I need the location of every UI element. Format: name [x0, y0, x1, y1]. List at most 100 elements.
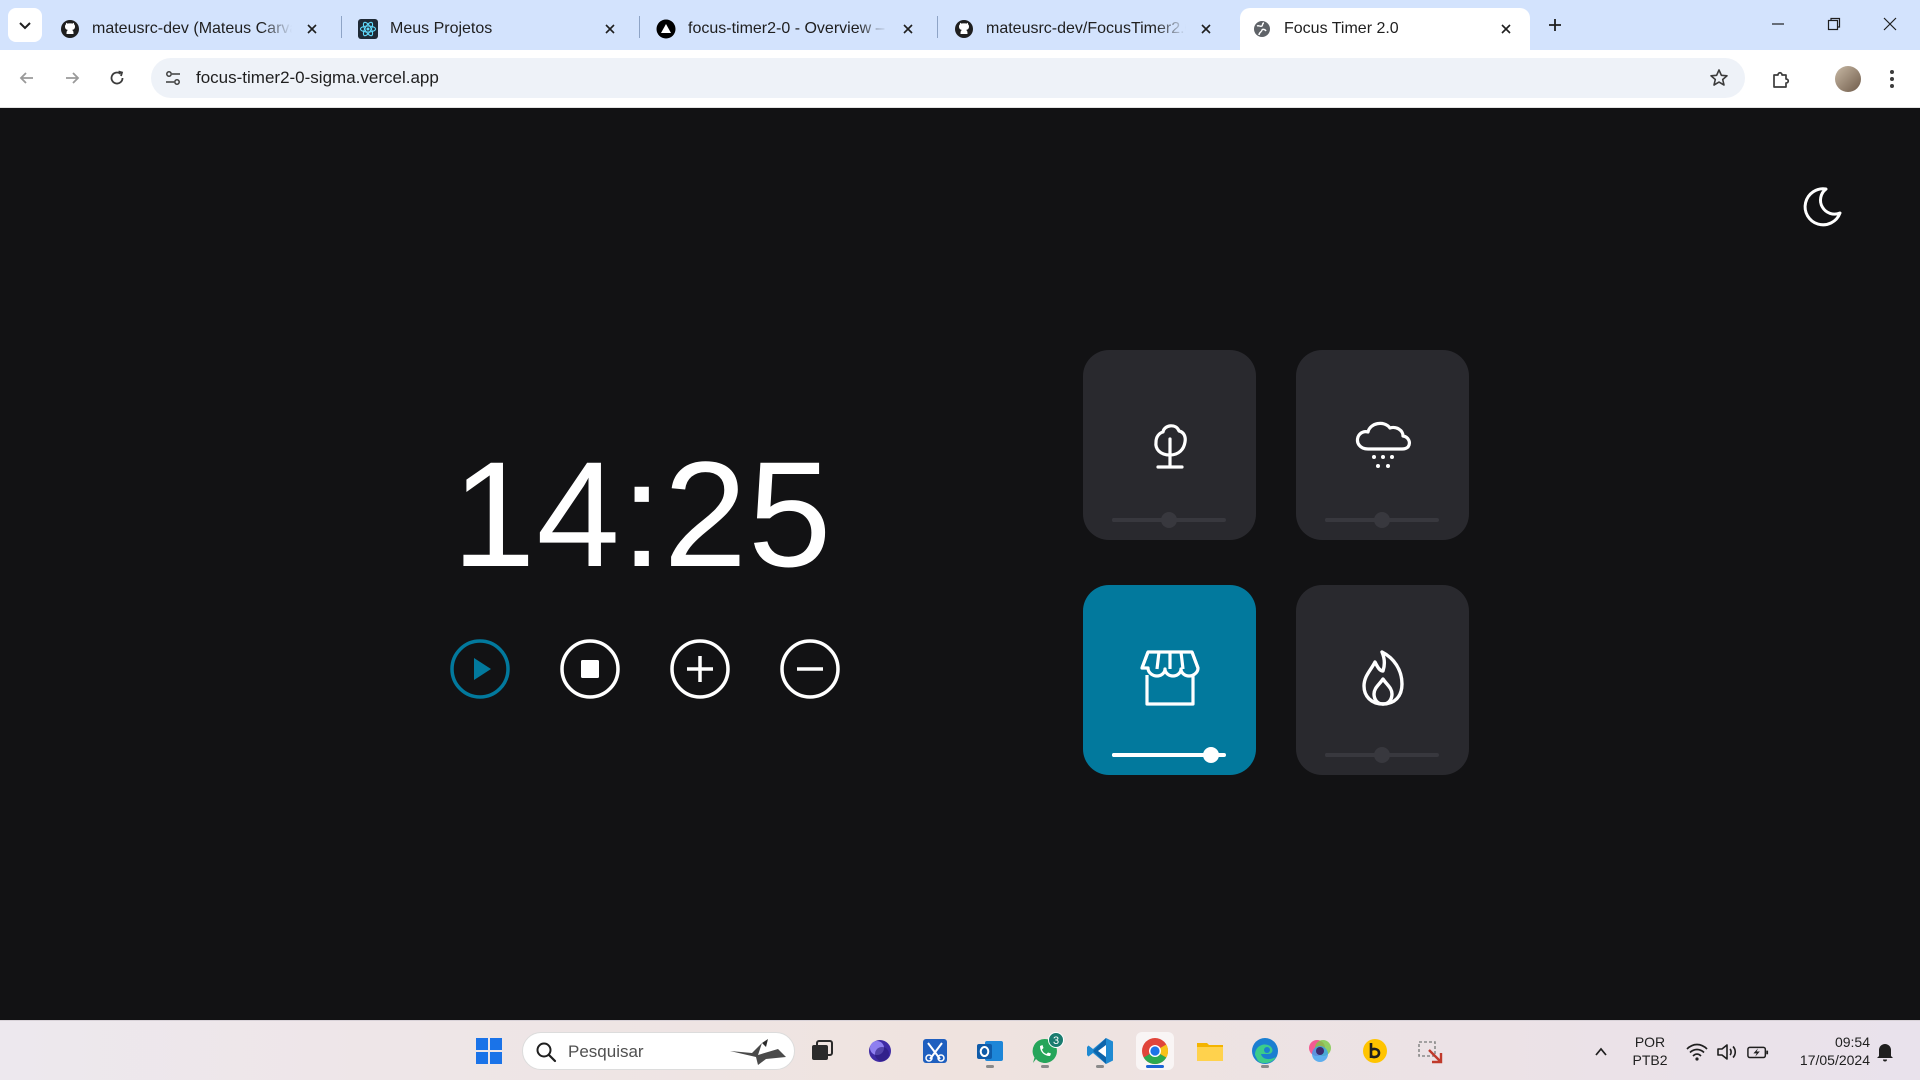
volume-slider[interactable] [1325, 512, 1439, 528]
close-icon[interactable] [1196, 19, 1216, 39]
language-code: POR [1634, 1034, 1666, 1050]
volume-thumb[interactable] [1374, 512, 1390, 528]
more-vertical-icon [1890, 70, 1894, 88]
taskbar-app-edge[interactable] [1246, 1032, 1284, 1070]
tab-github-repo[interactable]: mateusrc-dev/FocusTimer2.0 [942, 8, 1230, 50]
timer-minutes: 14 [452, 430, 621, 598]
task-view-button[interactable] [803, 1032, 841, 1070]
globe-icon [1252, 19, 1272, 39]
bird-illustration-icon [730, 1039, 786, 1065]
taskbar-app-vscode[interactable] [1081, 1032, 1119, 1070]
tab-github-profile[interactable]: mateusrc-dev (Mateus Carvalho) [48, 8, 336, 50]
taskbar-app-orb[interactable] [861, 1032, 899, 1070]
plus-circle-icon [670, 639, 730, 699]
input-language[interactable]: POR PTB2 [1630, 1033, 1670, 1069]
windows-logo-icon [476, 1038, 502, 1064]
browser-menu-button[interactable] [1876, 63, 1908, 95]
stop-icon [560, 639, 620, 699]
taskbar-app-snipping[interactable] [916, 1032, 954, 1070]
reload-icon [110, 70, 124, 85]
battery-status[interactable] [1747, 1041, 1769, 1063]
profile-button[interactable] [1832, 63, 1864, 95]
theme-toggle-button[interactable] [1796, 181, 1848, 233]
bookmark-star-icon[interactable] [1707, 66, 1731, 90]
notifications-button[interactable] [1874, 1041, 1896, 1063]
tab-separator [639, 16, 640, 38]
tab-search-button[interactable] [8, 8, 42, 42]
sound-card-coffee-shop[interactable] [1083, 585, 1256, 775]
volume-slider[interactable] [1112, 512, 1226, 528]
restore-icon [1827, 17, 1841, 31]
volume-thumb[interactable] [1374, 747, 1390, 763]
subtract-time-button[interactable] [780, 639, 840, 699]
clock[interactable]: 09:54 17/05/2024 [1780, 1033, 1870, 1069]
close-icon[interactable] [898, 19, 918, 39]
play-button[interactable] [450, 639, 510, 699]
tab-meus-projetos[interactable]: Meus Projetos [346, 8, 634, 50]
reload-button[interactable] [100, 61, 134, 95]
github-icon [954, 19, 974, 39]
taskbar-app-chrome[interactable] [1136, 1032, 1174, 1070]
wifi-status[interactable] [1686, 1041, 1708, 1063]
screen-capture-icon [1418, 1041, 1443, 1064]
close-icon[interactable] [600, 19, 620, 39]
vercel-icon [656, 19, 676, 39]
tab-separator [341, 16, 342, 38]
sound-card-forest[interactable] [1083, 350, 1256, 540]
taskbar-app-whatsapp[interactable]: 3 [1026, 1032, 1064, 1070]
taskbar-app-file-explorer[interactable] [1191, 1032, 1229, 1070]
taskbar-app-color-orb[interactable] [1301, 1032, 1339, 1070]
volume-slider[interactable] [1325, 747, 1439, 763]
minimize-button[interactable] [1750, 0, 1806, 48]
show-hidden-icons-button[interactable] [1590, 1041, 1612, 1063]
restore-button[interactable] [1806, 0, 1862, 48]
running-indicator [986, 1065, 994, 1068]
forward-button[interactable] [55, 61, 89, 95]
clock-time: 09:54 [1834, 1034, 1870, 1050]
running-indicator [1041, 1065, 1049, 1068]
start-button[interactable] [470, 1032, 508, 1070]
sound-card-fireplace[interactable] [1296, 585, 1469, 775]
tab-vercel-overview[interactable]: focus-timer2-0 - Overview – Vercel [644, 8, 932, 50]
task-view-icon [812, 1040, 833, 1060]
purple-orb-icon [869, 1040, 891, 1062]
sound-card-rain[interactable] [1296, 350, 1469, 540]
add-time-button[interactable] [670, 639, 730, 699]
scissors-icon [923, 1039, 947, 1063]
close-window-button[interactable] [1862, 0, 1918, 48]
outlook-icon [977, 1041, 1003, 1061]
taskbar-app-outlook[interactable] [971, 1032, 1009, 1070]
wifi-icon [1686, 1043, 1708, 1061]
chevron-down-icon [19, 22, 31, 30]
minimize-icon [1772, 23, 1784, 25]
browser-tab-strip: mateusrc-dev (Mateus Carvalho) Meus Proj… [0, 0, 1920, 50]
clock-date: 17/05/2024 [1799, 1052, 1870, 1068]
volume-thumb[interactable] [1161, 512, 1177, 528]
extensions-button[interactable] [1765, 63, 1797, 95]
close-icon[interactable] [302, 19, 322, 39]
timer-display: 14:25 [452, 430, 833, 598]
site-settings-icon[interactable] [161, 66, 185, 90]
bell-icon [1877, 1044, 1893, 1062]
moon-icon [1803, 187, 1842, 227]
volume-status[interactable] [1716, 1041, 1738, 1063]
search-placeholder: Pesquisar [568, 1042, 644, 1061]
timer-seconds: 25 [663, 430, 833, 598]
cloud-rain-icon [1346, 406, 1420, 480]
tree-icon [1133, 406, 1207, 480]
back-button[interactable] [10, 61, 44, 95]
chrome-icon [1142, 1038, 1169, 1065]
close-icon[interactable] [1496, 19, 1516, 39]
new-tab-button[interactable] [1540, 10, 1570, 40]
taskbar-app-capture[interactable] [1411, 1032, 1449, 1070]
colorful-app-icon [1309, 1040, 1331, 1062]
volume-slider[interactable] [1112, 747, 1226, 763]
edge-icon [1252, 1038, 1278, 1064]
stop-button[interactable] [560, 639, 620, 699]
taskbar-app-b[interactable] [1356, 1032, 1394, 1070]
address-bar[interactable]: focus-timer2-0-sigma.vercel.app [151, 58, 1745, 98]
tab-focus-timer[interactable]: Focus Timer 2.0 [1240, 8, 1530, 50]
timer-controls [450, 639, 840, 699]
taskbar-search[interactable]: Pesquisar [522, 1032, 795, 1070]
volume-thumb[interactable] [1203, 747, 1220, 763]
